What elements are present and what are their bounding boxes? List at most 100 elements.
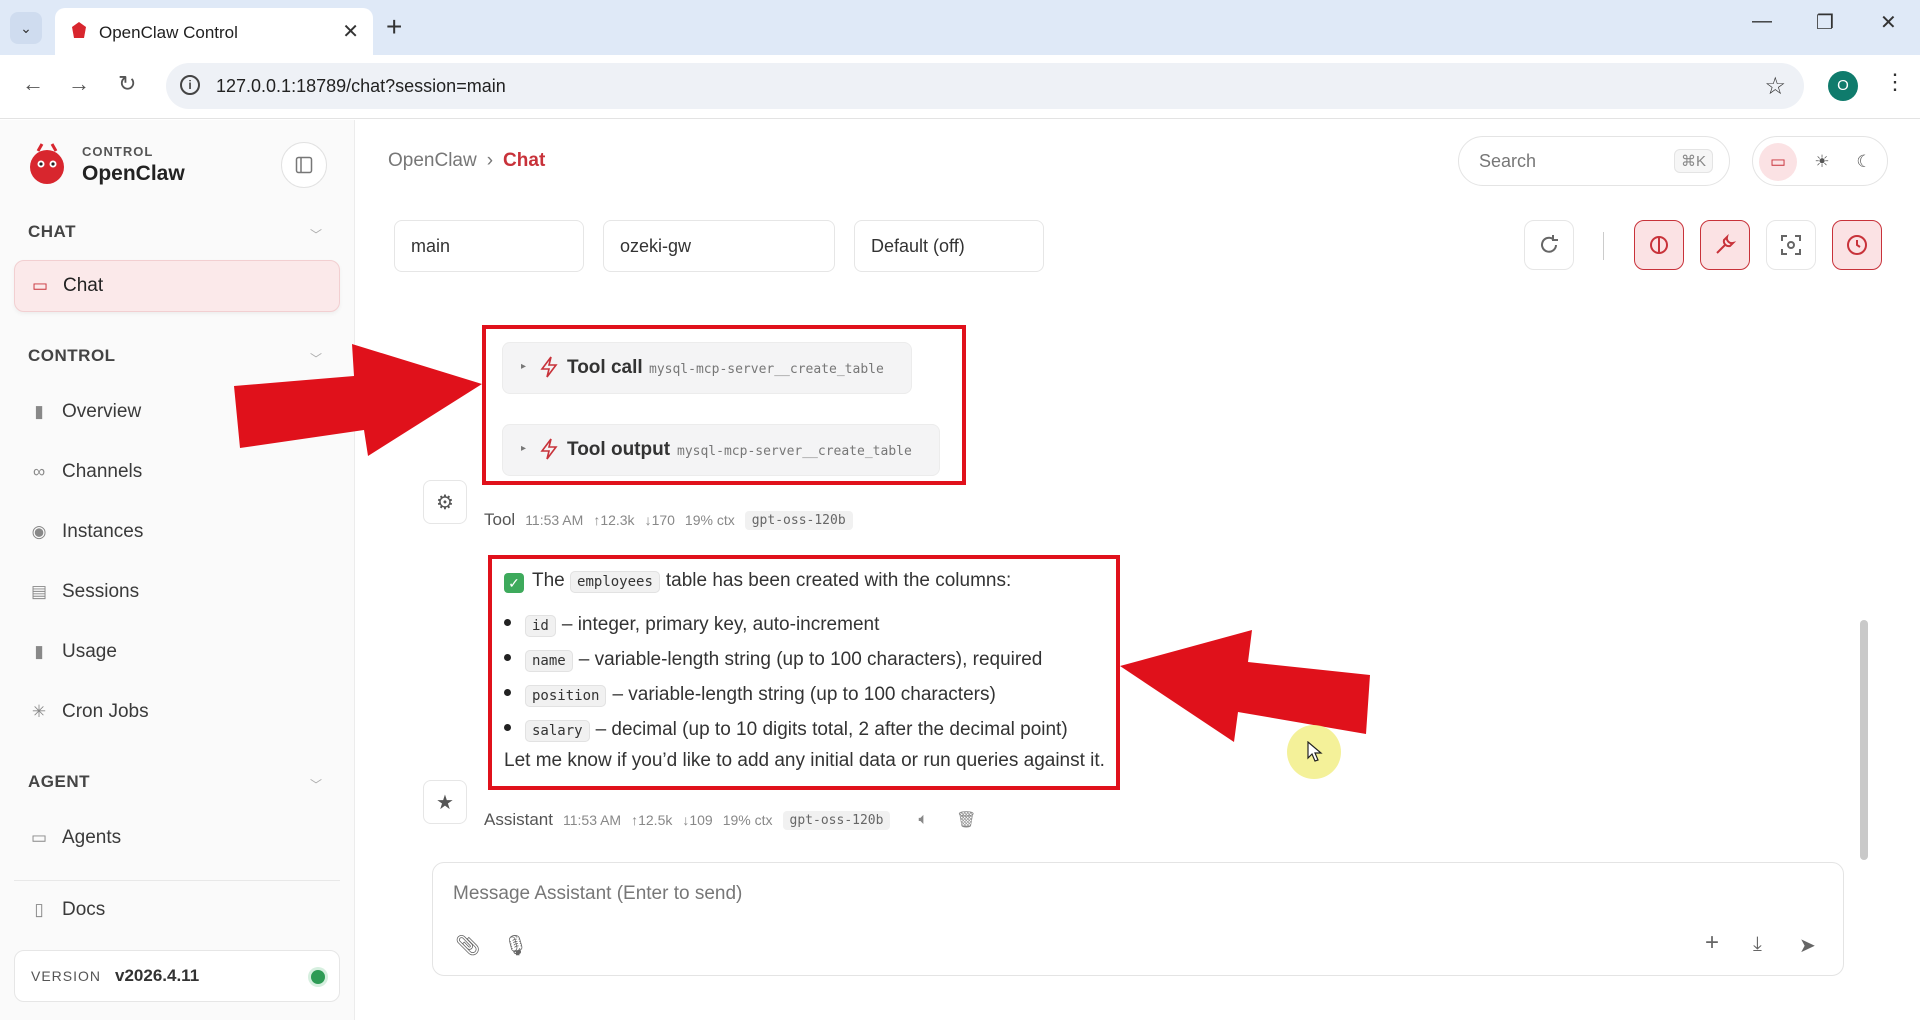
focus-button[interactable] [1766, 220, 1816, 270]
sender-name: Tool [484, 510, 516, 529]
sidebar-item-docs[interactable]: ▯ Docs [14, 884, 340, 936]
trash-icon[interactable]: 🗑︎ [956, 810, 976, 830]
sidebar-item-label: Cron Jobs [62, 701, 149, 722]
annotation-box-tool-call [482, 325, 966, 485]
send-icon[interactable]: ➤ [1799, 933, 1816, 958]
mouse-pointer-icon [1307, 741, 1323, 762]
context-usage: 19% ctx [722, 812, 773, 828]
speaker-icon[interactable]: 🔈︎ [918, 811, 928, 829]
omnibox[interactable]: i 127.0.0.1:18789/chat?session=main ☆ [166, 63, 1804, 109]
thinking-toggle-button[interactable] [1634, 220, 1684, 270]
address-bar-row: ← → ↻ i 127.0.0.1:18789/chat?session=mai… [0, 55, 1920, 119]
thinking-select[interactable]: Default (off) [854, 220, 1044, 272]
paperclip-icon[interactable]: 📎︎ [455, 933, 480, 958]
loader-icon: ✳ [31, 702, 47, 721]
moon-icon[interactable]: ☾ [1845, 143, 1883, 181]
chat-scrollbar[interactable] [1860, 620, 1868, 860]
bookmark-star-icon[interactable]: ☆ [1764, 72, 1786, 101]
site-info-icon[interactable]: i [180, 75, 200, 95]
annotation-box-assistant-reply [488, 555, 1120, 790]
breadcrumb-current: Chat [503, 150, 546, 171]
version-label: VERSION [31, 968, 102, 984]
tab-search-button[interactable]: ⌄ [10, 12, 42, 44]
sun-icon[interactable]: ☀ [1803, 143, 1841, 181]
refresh-button[interactable] [1524, 220, 1574, 270]
bar-chart-icon: ▮ [34, 642, 44, 661]
plus-icon[interactable]: + [1705, 929, 1719, 957]
brand-name: OpenClaw [82, 162, 185, 185]
sidebar-item-usage[interactable]: ▮ Usage [14, 626, 340, 678]
sidebar: CONTROL OpenClaw CHAT ﹀ ▭ Chat CONTROL ﹀… [0, 120, 355, 1020]
sidebar-item-label: Docs [62, 899, 106, 920]
history-toggle-button[interactable] [1832, 220, 1882, 270]
section-agent-heading[interactable]: AGENT [28, 772, 90, 792]
theme-switcher: ▭ ☀ ☾ [1752, 136, 1888, 186]
tool-message-meta: Tool 11:53 AM ↑12.3k ↓170 19% ctx gpt-os… [484, 510, 853, 530]
section-control-heading[interactable]: CONTROL [28, 346, 116, 366]
session-select[interactable]: main [394, 220, 584, 272]
document-icon: ▤ [30, 582, 48, 601]
minimize-icon[interactable]: — [1752, 10, 1772, 33]
breadcrumb: OpenClaw › Chat [388, 150, 545, 172]
chevron-down-icon[interactable]: ﹀ [310, 776, 322, 793]
focus-icon [1781, 235, 1801, 255]
search-input[interactable]: Search ⌘K [1458, 136, 1730, 186]
link-icon: ∞ [32, 462, 46, 481]
openclaw-favicon-icon [72, 22, 86, 38]
browser-menu-icon[interactable]: ⋮ [1884, 69, 1906, 95]
sidebar-item-chat[interactable]: ▭ Chat [14, 260, 340, 312]
reload-icon[interactable]: ↻ [118, 71, 136, 97]
refresh-icon [1541, 235, 1558, 253]
breadcrumb-root[interactable]: OpenClaw [388, 150, 477, 171]
assistant-message-meta: Assistant 11:53 AM ↑12.5k ↓109 19% ctx g… [484, 810, 976, 830]
brain-icon [1650, 236, 1668, 254]
search-placeholder: Search [1479, 151, 1537, 171]
sidebar-item-sessions[interactable]: ▤ Sessions [14, 566, 340, 618]
openclaw-logo-icon [30, 143, 64, 184]
gear-icon: ⚙ [436, 491, 454, 514]
back-icon[interactable]: ← [22, 71, 44, 97]
brand-kicker: CONTROL [82, 144, 154, 159]
toolbar-divider [1603, 232, 1604, 260]
sidebar-item-label: Chat [63, 275, 104, 296]
sidebar-divider [14, 880, 340, 881]
sidebar-item-label: Agents [62, 827, 122, 848]
search-shortcut: ⌘K [1673, 149, 1713, 173]
broadcast-icon: ◉ [31, 522, 47, 541]
sidebar-item-cron-jobs[interactable]: ✳ Cron Jobs [14, 686, 340, 738]
model-badge: gpt-oss-120b [744, 510, 853, 530]
browser-tab[interactable]: OpenClaw Control ✕ [55, 8, 373, 55]
folder-icon: ▭ [30, 828, 48, 847]
book-icon: ▯ [34, 900, 44, 919]
tokens-in: ↑12.3k [593, 512, 635, 528]
clock-icon [1847, 235, 1867, 255]
close-tab-icon[interactable]: ✕ [342, 19, 359, 44]
restore-icon[interactable]: ❐ [1816, 10, 1834, 35]
chevron-down-icon[interactable]: ﹀ [310, 226, 322, 243]
sidebar-item-label: Instances [62, 521, 144, 542]
section-chat-heading[interactable]: CHAT [28, 222, 76, 242]
microphone-icon[interactable]: 🎙︎ [503, 933, 528, 958]
download-icon[interactable]: ⤓ [1753, 933, 1762, 956]
gateway-select[interactable]: ozeki-gw [603, 220, 835, 272]
tokens-in: ↑12.5k [631, 812, 673, 828]
close-window-icon[interactable]: ✕ [1880, 10, 1897, 35]
tokens-out: ↓109 [682, 812, 713, 828]
assistant-avatar: ★ [423, 780, 467, 824]
collapse-sidebar-button[interactable] [281, 142, 327, 188]
tools-toggle-button[interactable] [1700, 220, 1750, 270]
profile-avatar[interactable]: O [1828, 71, 1858, 101]
composer-placeholder: Message Assistant (Enter to send) [453, 883, 743, 904]
url-text[interactable]: 127.0.0.1:18789/chat?session=main [216, 76, 506, 97]
message-composer[interactable]: Message Assistant (Enter to send) 📎︎ 🎙︎ … [432, 862, 1844, 976]
forward-icon[interactable]: → [68, 71, 90, 97]
sidebar-item-instances[interactable]: ◉ Instances [14, 506, 340, 558]
sidebar-item-label: Sessions [62, 581, 140, 602]
browser-tab-strip: ⌄ OpenClaw Control ✕ + — ❐ ✕ [0, 0, 1920, 55]
monitor-icon[interactable]: ▭ [1759, 143, 1797, 181]
message-time: 11:53 AM [562, 812, 622, 828]
sidebar-item-label: Usage [62, 641, 117, 662]
new-tab-button[interactable]: + [386, 11, 402, 43]
chat-bubble-icon: ▭ [31, 276, 49, 295]
sidebar-item-agents[interactable]: ▭ Agents [14, 812, 340, 864]
